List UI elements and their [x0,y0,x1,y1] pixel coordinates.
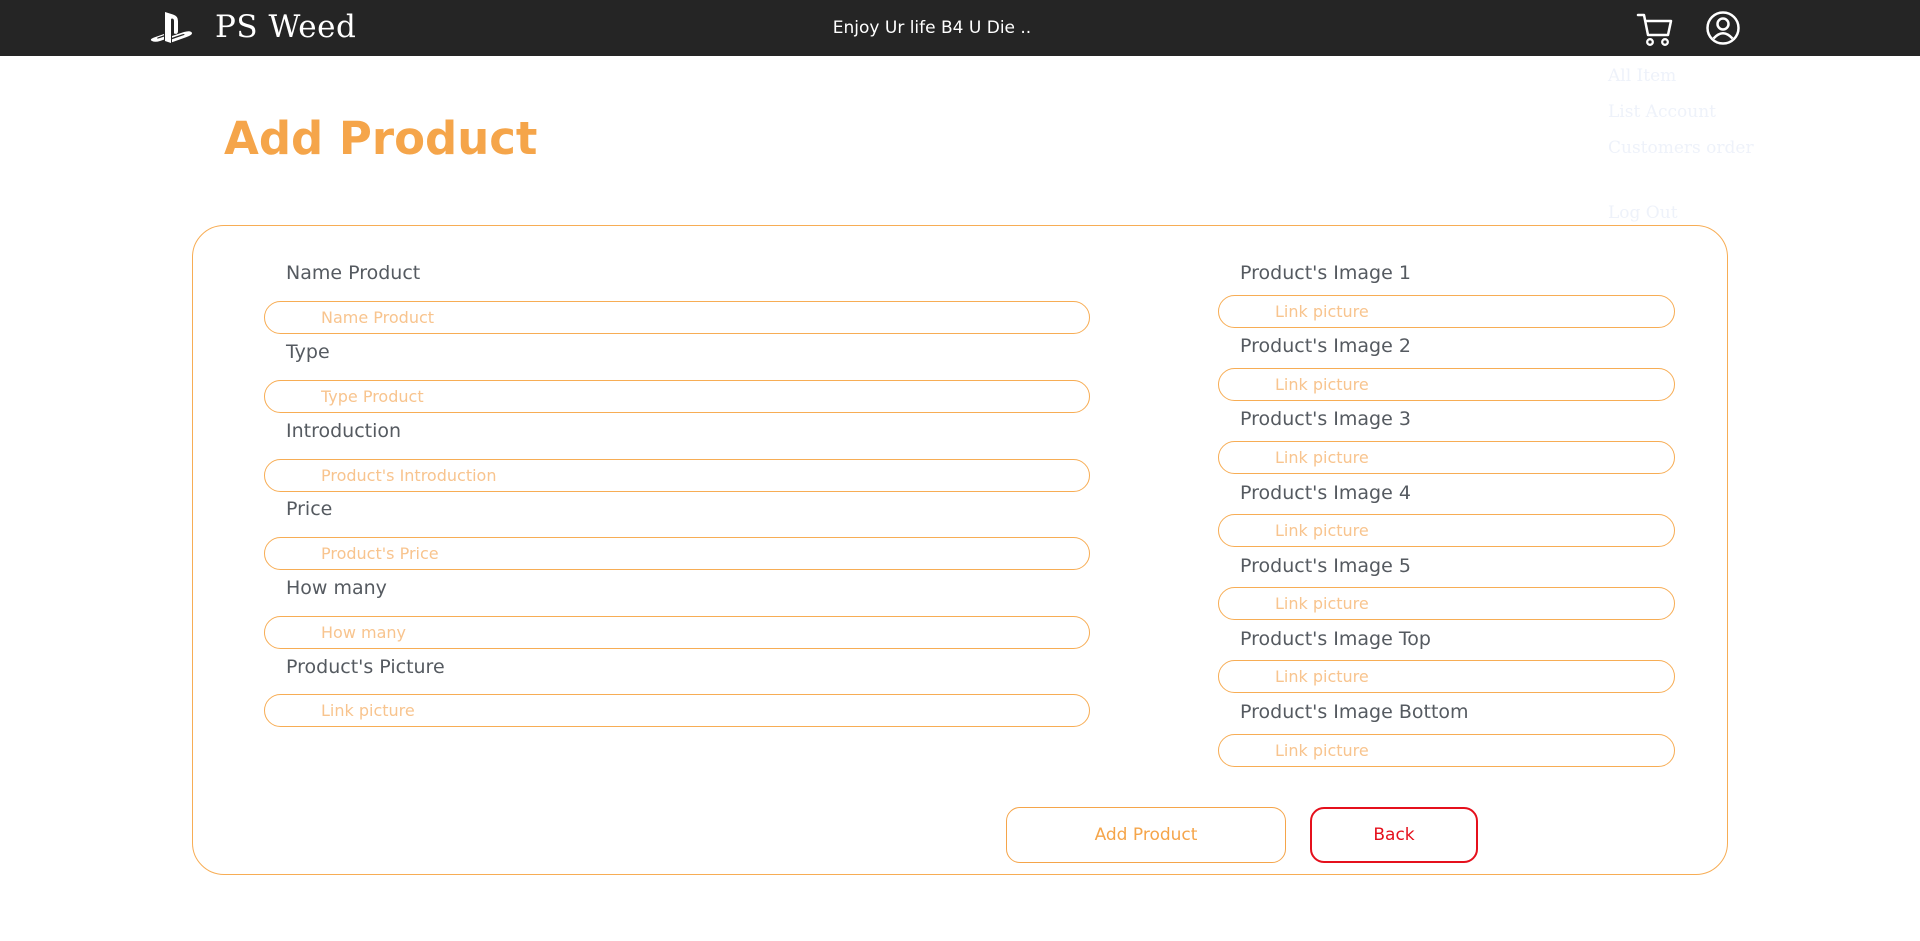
product-image-2-label: Product's Image 2 [1240,335,1411,357]
product-image-1-input[interactable] [1218,295,1675,328]
menu-item-all-item[interactable]: All Item [1608,66,1676,86]
introduction-input[interactable] [264,459,1090,492]
back-button[interactable]: Back [1310,807,1478,863]
product-picture-input[interactable] [264,694,1090,727]
product-image-3-label: Product's Image 3 [1240,408,1411,430]
price-label: Price [286,498,333,520]
menu-item-log-out[interactable]: Log Out [1608,203,1678,223]
product-image-1-label: Product's Image 1 [1240,262,1411,284]
product-image-5-label: Product's Image 5 [1240,555,1411,577]
user-account-icon[interactable] [1705,10,1741,46]
introduction-label: Introduction [286,420,402,442]
how-many-label: How many [286,577,387,599]
type-label: Type [286,341,330,363]
product-image-top-input[interactable] [1218,660,1675,693]
menu-item-customers-order[interactable]: Customers order [1608,138,1754,158]
product-picture-label: Product's Picture [286,656,445,678]
product-image-2-input[interactable] [1218,368,1675,401]
product-image-4-label: Product's Image 4 [1240,482,1411,504]
header-tagline: Enjoy Ur life B4 U Die .. [832,18,1032,38]
type-product-input[interactable] [264,380,1090,413]
add-product-button[interactable]: Add Product [1006,807,1286,863]
product-image-top-label: Product's Image Top [1240,628,1431,650]
price-input[interactable] [264,537,1090,570]
shopping-cart-icon[interactable] [1636,11,1674,47]
menu-item-list-account[interactable]: List Account [1608,102,1716,122]
product-image-bottom-input[interactable] [1218,734,1675,767]
product-image-4-input[interactable] [1218,514,1675,547]
page-title: Add Product [224,112,538,165]
name-product-input[interactable] [264,301,1090,334]
product-image-3-input[interactable] [1218,441,1675,474]
product-image-5-input[interactable] [1218,587,1675,620]
name-product-label: Name Product [286,262,421,284]
top-navigation-bar: PS Weed Enjoy Ur life B4 U Die .. [0,0,1920,56]
product-image-bottom-label: Product's Image Bottom [1240,701,1469,723]
how-many-input[interactable] [264,616,1090,649]
